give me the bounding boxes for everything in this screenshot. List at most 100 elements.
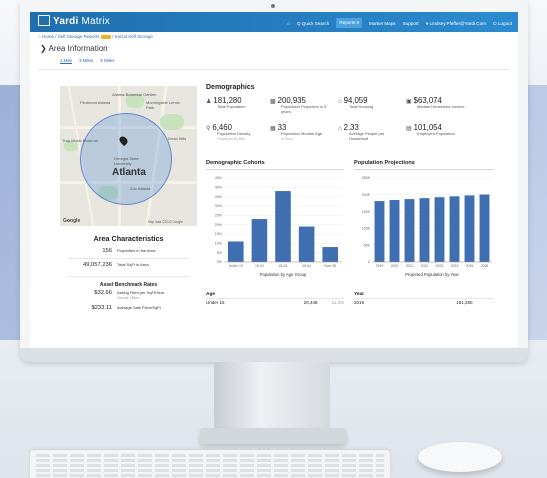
x-axis-label: Population by Age Group [260,272,307,277]
y-tick-label: 0 [368,260,370,264]
y-tick-label: 150K [362,210,371,214]
x-tick-label: 2021 [406,264,414,268]
y-tick-label: 50K [364,243,371,247]
x-tick-label: 2026 [481,264,489,268]
y-tick-label: 100K [362,227,371,231]
y-tick-label: 15% [215,232,223,236]
divider [68,258,189,259]
breadcrumb-reports[interactable]: Self Storage Reports [58,34,100,39]
nav-menu: ⌂ Q Quick Search Reports ▾ Market Maps S… [287,18,512,28]
map-label: Trap Music Museum [62,138,99,143]
nav-logout[interactable]: ⏻ Logout [493,21,512,26]
benchmark-label: Asking Rent per SqFt/Year [117,290,164,295]
top-navbar: Yardi Matrix ⌂ Q Quick Search Reports ▾ … [30,12,518,32]
bar [374,201,385,262]
bar [419,198,430,262]
calendar-icon: ▦ [270,126,276,132]
nav-market-maps[interactable]: Market Maps [369,21,396,26]
x-axis-label: Projected Population by Year [405,272,459,277]
x-tick-label: Under 15 [229,264,243,268]
stat-row: 156 Properties in the Area [60,248,197,254]
radius-tabs: 1 Mile 3 Miles 5 Miles [60,58,115,64]
x-tick-label: 15-24 [255,264,264,268]
bar [449,196,460,262]
stat-label: Total SqFt in Area [117,262,149,267]
bar-chart-icon: ▩ [270,99,276,105]
x-tick-label: 25-44 [279,264,288,268]
y-tick-label: 200K [362,193,371,197]
bar [275,191,291,262]
app-screen: Yardi Matrix ⌂ Q Quick Search Reports ▾ … [30,12,518,347]
stat-label: Properties in the Area [117,248,156,253]
cohorts-table: Age Under 15 20,448 11.3% [206,292,344,305]
camera-dot [271,4,275,8]
benchmark-value: $32.66 [94,290,112,296]
nav-user[interactable]: ● Lindsey.Pfeffer@Yardi.Com [426,21,486,26]
tab-1-mile[interactable]: 1 Mile [60,58,73,64]
app-logo[interactable]: Yardi Matrix [38,15,110,27]
monitor-chin [20,348,528,362]
x-tick-label: 2019 [376,264,384,268]
demo-total-housing: ⌂ 94,059 Total Housing [338,96,373,110]
benchmark-row: $233.11 Average Sale Price/SqFt [60,305,197,311]
area-characteristics-title: Area Characteristics [93,234,164,243]
benchmark-sub: Climate Office [117,296,139,300]
chevron-down-icon: ❯ [40,44,47,53]
demo-employed: ▤ 101,054 Employed Population [406,123,455,137]
table-header: Year [354,292,365,297]
demographics-title: Demographics [206,84,255,91]
person-icon: ⚲ [206,126,211,132]
breadcrumb: ⌂ Home / Self Storage Reports / SoCal Se… [38,34,153,39]
nav-support[interactable]: Support [403,21,419,26]
cohorts-chart: 0% 5% 10% 15% 20% 25% 30% 35% 40% 45% Under 15 15-2… [215,176,342,277]
bar [464,195,475,262]
x-tick-label: 45-64 [302,264,311,268]
people-icon: ♟ [206,99,212,105]
table-header: Age [206,292,216,297]
bar [479,194,490,262]
table-cell: 11.3% [331,300,344,305]
map-label: Georgia State University [114,156,139,166]
benchmark-row: $32.66 Asking Rent per SqFt/Year Climate … [60,290,197,300]
y-tick-label: 35% [215,195,223,199]
nav-reports[interactable]: Reports ▾ [336,18,363,28]
nav-quick-search[interactable]: Q Quick Search [297,21,329,26]
x-tick-label: 2024 [451,264,459,268]
demo-median-age: ▦ 33 Population Median Age In Years [270,123,336,141]
tab-5-miles[interactable]: 5 Miles [100,58,114,64]
bar [389,200,400,262]
nav-user-label: Lindsey.Pfeffer@Yardi.Com [429,20,487,26]
area-map[interactable]: Atlanta Botanical Garden Piedmont Atlant… [60,86,197,226]
map-label: Atlanta Botanical Garden [112,92,157,97]
demo-median-income: ▣ $63,074 Median Household Income [406,96,465,110]
x-tick-label: 2020 [391,264,399,268]
briefcase-icon: ▤ [406,126,412,132]
home-icon: ⌂ [338,99,342,105]
demo-sub: In Years [281,136,293,141]
y-tick-label: 30% [215,204,223,208]
y-tick-label: 25% [215,214,223,218]
map-city-label: Atlanta [112,167,146,178]
area-info-header[interactable]: ❯ Area Information [40,44,108,53]
benchmark-value: $233.11 [91,305,112,311]
search-icon: Q [296,20,301,26]
logo-icon [38,15,50,26]
y-tick-label: 45% [215,176,223,180]
y-tick-label: 0% [217,260,223,264]
bar [434,197,445,262]
table-cell: - [492,300,495,305]
tab-3-miles[interactable]: 3 Miles [79,58,93,64]
demo-household-size: ⌂ 2.33 Average People per Household [338,123,400,141]
left-panel: Atlanta Botanical Garden Piedmont Atlant… [60,86,197,346]
bar [251,219,268,262]
power-icon: ⏻ [493,20,497,26]
bar [404,199,415,262]
map-label: Morningside Lenox Park [146,100,180,110]
breadcrumb-home[interactable]: Home [42,34,54,39]
x-tick-label: 2023 [436,264,444,268]
home-icon[interactable]: ⌂ [287,21,290,26]
benchmark-title: Asset Benchmark Rates [99,282,158,288]
chevron-down-icon: ▾ [356,20,360,25]
map-label: Druid Hills [168,136,187,141]
demo-sub: People per Sq Mile [217,136,245,141]
